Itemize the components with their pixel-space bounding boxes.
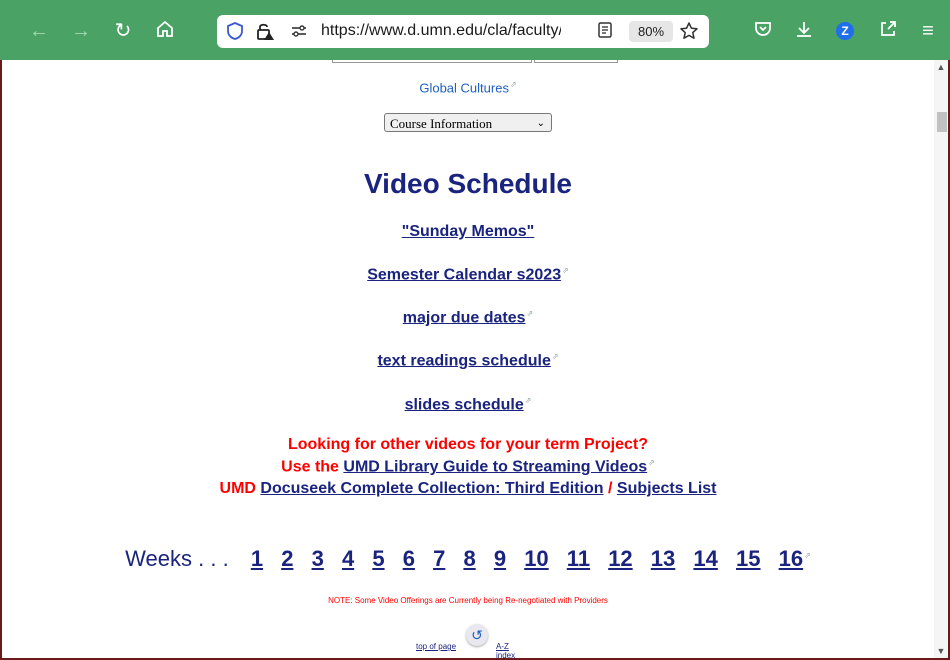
external-link-icon: ⇗ bbox=[524, 396, 532, 405]
week-link-13[interactable]: 13 bbox=[651, 546, 675, 571]
library-guide-link[interactable]: UMD Library Guide to Streaming Videos bbox=[343, 458, 647, 475]
scrollbar-thumb[interactable] bbox=[937, 112, 947, 132]
select-value: Course Information bbox=[390, 116, 493, 131]
week-link-16[interactable]: 16 bbox=[779, 546, 803, 571]
permissions-icon[interactable] bbox=[289, 21, 309, 41]
week-link-12[interactable]: 12 bbox=[608, 546, 632, 571]
address-bar[interactable]: https://www.d.umn.edu/cla/faculty/tr 80% bbox=[217, 15, 709, 48]
shield-icon[interactable] bbox=[225, 21, 245, 41]
url-text[interactable]: https://www.d.umn.edu/cla/faculty/tr bbox=[321, 22, 561, 40]
semester-calendar-link[interactable]: Semester Calendar s2023 bbox=[367, 266, 561, 283]
weeks-label: Weeks . . . bbox=[125, 546, 229, 571]
external-link-icon: ⇗ bbox=[648, 458, 655, 467]
docuseek-link[interactable]: Docuseek Complete Collection: Third Edit… bbox=[260, 480, 603, 497]
week-link-4[interactable]: 4 bbox=[342, 546, 354, 571]
scroll-up-icon[interactable]: ▲ bbox=[934, 62, 948, 72]
week-link-10[interactable]: 10 bbox=[524, 546, 548, 571]
week-link-1[interactable]: 1 bbox=[251, 546, 263, 571]
week-link-8[interactable]: 8 bbox=[463, 546, 475, 571]
week-link-9[interactable]: 9 bbox=[494, 546, 506, 571]
link-row: major due dates⇗ bbox=[2, 309, 934, 327]
scroll-down-icon[interactable]: ▼ bbox=[934, 646, 948, 656]
week-link-3[interactable]: 3 bbox=[312, 546, 324, 571]
az-index-link[interactable]: A-Z index bbox=[496, 642, 524, 658]
external-link-icon: ⇗ bbox=[562, 266, 569, 275]
zotero-extension-icon[interactable]: Z bbox=[836, 22, 854, 40]
use-the-text: Use the bbox=[281, 458, 339, 476]
lock-warning-icon[interactable] bbox=[255, 21, 275, 41]
browser-toolbar: ← → ↻ https://www.d.umn.edu/cla/faculty/… bbox=[0, 0, 950, 60]
weeks-row: Weeks . . . 1 2 3 4 5 6 7 8 9 10 11 12 1… bbox=[2, 546, 934, 572]
text-readings-schedule-link[interactable]: text readings schedule bbox=[377, 352, 550, 369]
link-row: "Sunday Memos" bbox=[2, 223, 934, 241]
link-row: text readings schedule⇗ bbox=[2, 352, 934, 370]
reader-view-icon[interactable] bbox=[595, 21, 615, 41]
course-information-select[interactable]: Course Information ⌄ bbox=[384, 113, 552, 132]
zoom-level[interactable]: 80% bbox=[629, 21, 673, 42]
pocket-icon[interactable] bbox=[751, 19, 775, 43]
subjects-list-link[interactable]: Subjects List bbox=[617, 480, 717, 497]
week-link-7[interactable]: 7 bbox=[433, 546, 445, 571]
week-link-15[interactable]: 15 bbox=[736, 546, 760, 571]
reload-icon[interactable]: ↻ bbox=[111, 19, 135, 43]
umd-text: UMD bbox=[219, 480, 256, 497]
week-link-2[interactable]: 2 bbox=[281, 546, 293, 571]
cut-off-element bbox=[534, 60, 618, 63]
external-link-icon: ⇗ bbox=[804, 550, 811, 560]
bookmark-star-icon[interactable] bbox=[679, 21, 699, 41]
link-row: Semester Calendar s2023⇗ bbox=[2, 266, 934, 284]
scroll-to-top-icon[interactable]: ↺ bbox=[466, 624, 488, 646]
slash-separator: / bbox=[608, 480, 613, 497]
global-cultures-link[interactable]: Global Cultures bbox=[419, 80, 509, 95]
library-guide-row: Use the UMD Library Guide to Streaming V… bbox=[2, 458, 934, 476]
vertical-scrollbar[interactable]: ▲ ▼ bbox=[934, 60, 948, 658]
chevron-down-icon: ⌄ bbox=[536, 118, 545, 129]
page-content: Global Cultures⇗ Course Information ⌄ Vid… bbox=[2, 60, 934, 658]
week-link-14[interactable]: 14 bbox=[693, 546, 717, 571]
global-cultures-row: Global Cultures⇗ bbox=[2, 80, 934, 95]
slides-schedule-link[interactable]: slides schedule bbox=[405, 396, 524, 413]
external-link-icon: ⇗ bbox=[509, 80, 517, 89]
major-due-dates-link[interactable]: major due dates bbox=[403, 309, 526, 326]
forward-icon[interactable]: → bbox=[69, 19, 93, 43]
menu-icon[interactable]: ≡ bbox=[916, 19, 940, 43]
course-select-row: Course Information ⌄ bbox=[2, 113, 934, 133]
back-icon[interactable]: ← bbox=[27, 19, 51, 43]
top-of-page-link[interactable]: top of page bbox=[416, 642, 456, 651]
page-title: Video Schedule bbox=[364, 168, 572, 199]
week-link-5[interactable]: 5 bbox=[372, 546, 384, 571]
external-link-icon: ⇗ bbox=[526, 309, 534, 318]
share-icon[interactable] bbox=[876, 19, 900, 43]
footer-nav: top of page ↺ A-Z index bbox=[414, 622, 524, 658]
downloads-icon[interactable] bbox=[792, 19, 816, 43]
docuseek-row: UMD Docuseek Complete Collection: Third … bbox=[2, 480, 934, 498]
week-link-11[interactable]: 11 bbox=[567, 546, 590, 571]
sunday-memos-link[interactable]: "Sunday Memos" bbox=[402, 223, 535, 240]
looking-for-videos-text: Looking for other videos for your term P… bbox=[287, 436, 649, 453]
home-icon[interactable] bbox=[153, 19, 177, 43]
week-link-6[interactable]: 6 bbox=[403, 546, 415, 571]
cut-off-element bbox=[332, 60, 532, 63]
link-row: slides schedule⇗ bbox=[2, 396, 934, 414]
external-link-icon: ⇗ bbox=[551, 352, 559, 361]
note-text: NOTE: Some Video Offerings are Currently… bbox=[328, 596, 608, 605]
